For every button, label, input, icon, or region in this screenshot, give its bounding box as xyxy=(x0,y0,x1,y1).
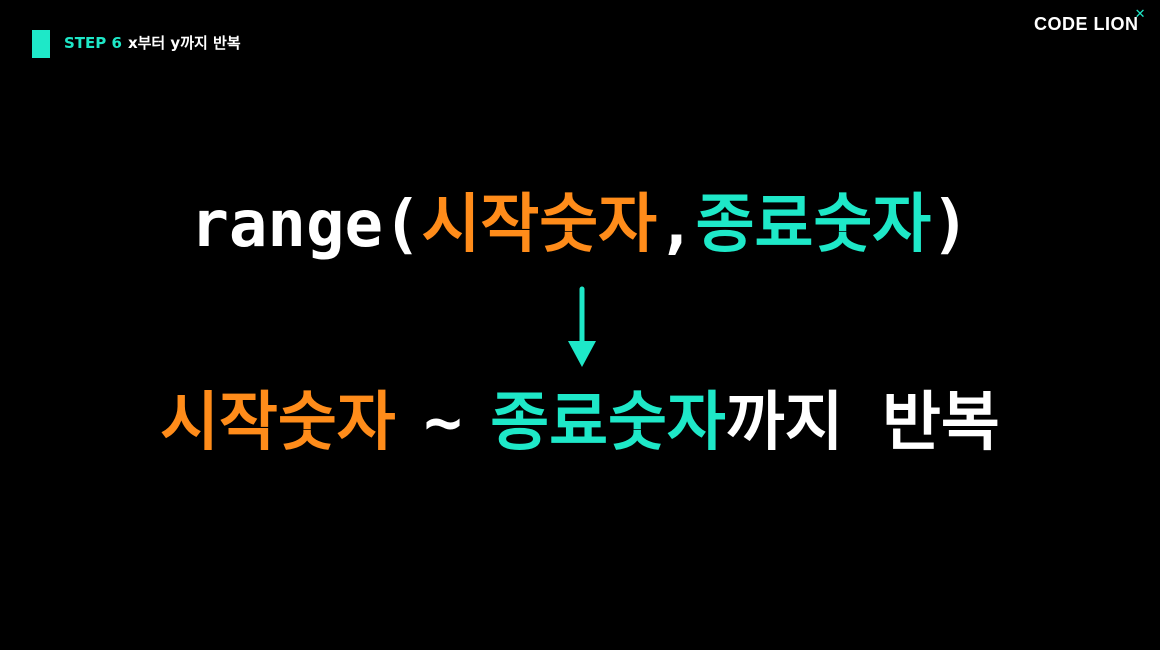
slide-title: x부터 y까지 반복 xyxy=(127,34,241,52)
meaning-start: 시작숫자 xyxy=(160,386,396,460)
range-syntax: range(시작숫자,종료숫자) xyxy=(0,180,1160,270)
meaning-tilde: ~ xyxy=(423,386,463,460)
header-accent-bar xyxy=(32,30,50,58)
range-close-paren: ) xyxy=(931,188,970,262)
range-comma: , xyxy=(657,188,696,262)
logo-mark-icon: ✕ xyxy=(1134,6,1146,21)
meaning-suffix: 까지 반복 xyxy=(725,386,1000,460)
meaning-end: 종료숫자 xyxy=(490,386,726,460)
range-start-param: 시작숫자 xyxy=(421,188,658,262)
code-lion-logo: CODE LION ✕ xyxy=(1034,6,1146,36)
step-label: STEP 6 xyxy=(64,34,122,52)
range-function: range( xyxy=(190,188,422,262)
arrow-down-icon xyxy=(568,286,596,367)
logo-text: CODE LION xyxy=(1034,14,1139,34)
range-meaning: 시작숫자 ~ 종료숫자까지 반복 xyxy=(0,378,1160,468)
range-end-param: 종료숫자 xyxy=(695,188,932,262)
slide-header: STEP 6 x부터 y까지 반복 xyxy=(64,33,241,53)
